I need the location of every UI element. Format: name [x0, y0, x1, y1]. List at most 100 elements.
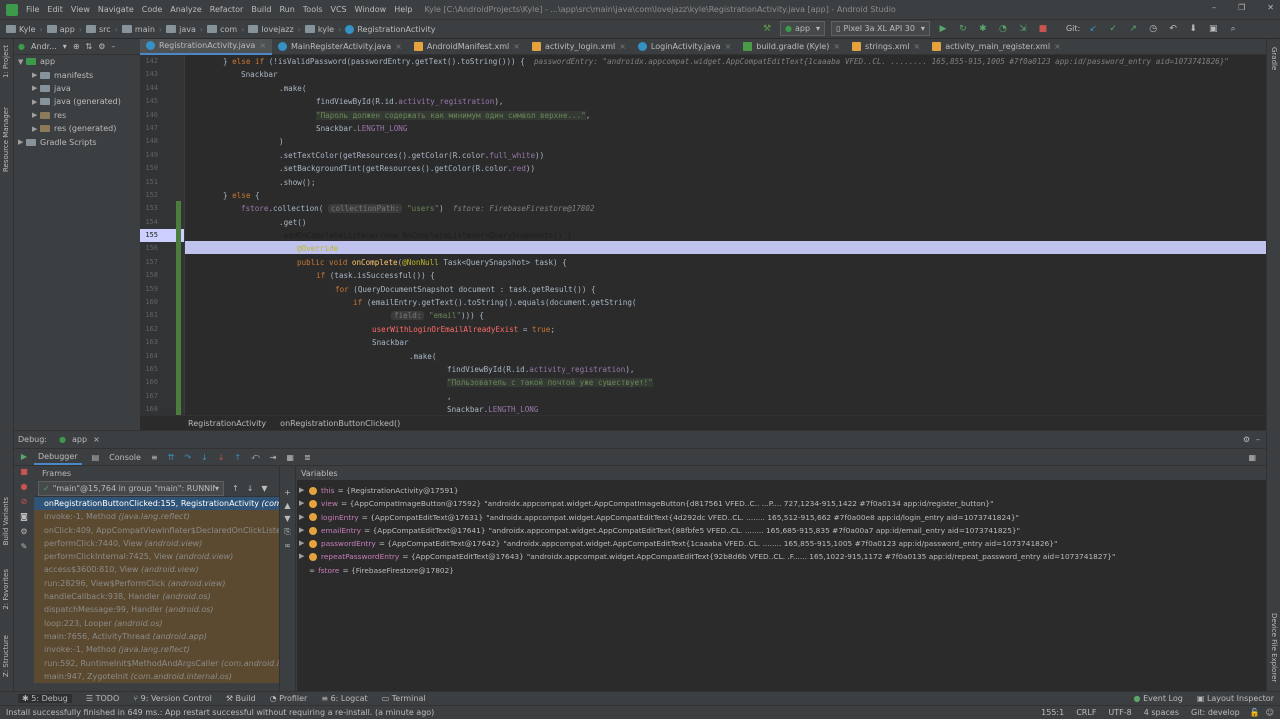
menu-tools[interactable]: Tools: [303, 5, 323, 14]
chevron-right-icon[interactable]: ▶: [297, 537, 309, 550]
git-branch[interactable]: Git: develop: [1191, 708, 1240, 717]
settings-icon[interactable]: ⚙: [14, 527, 34, 536]
git-update-icon[interactable]: ↙: [1086, 22, 1100, 36]
stack-frame[interactable]: main:947, ZygoteInit (com.android.intern…: [34, 669, 279, 684]
run-to-cursor-icon[interactable]: ⇥: [270, 453, 277, 462]
add-icon[interactable]: +: [280, 488, 295, 497]
editor-tab[interactable]: MainRegisterActivity.java ×: [272, 39, 408, 55]
line-number[interactable]: 149: [140, 149, 184, 162]
chevron-right-icon[interactable]: ▶: [18, 138, 26, 146]
avd-manager-icon[interactable]: ▣: [1206, 22, 1220, 36]
stack-frame[interactable]: performClick:7440, View (android.view): [34, 536, 279, 551]
stack-frame[interactable]: main:7656, ActivityThread (android.app): [34, 629, 279, 644]
stack-frame[interactable]: loop:223, Looper (android.os): [34, 616, 279, 630]
variable-row[interactable]: ▶ view = {AppCompatImageButton@17592} "andr…: [297, 497, 1266, 510]
tab-event-log[interactable]: ● Event Log: [1134, 694, 1183, 703]
tab-favorites[interactable]: 2: Favorites: [2, 569, 10, 610]
line-number[interactable]: 144: [140, 82, 184, 95]
line-number[interactable]: 147: [140, 122, 184, 135]
profile-icon[interactable]: ◔: [996, 22, 1010, 36]
chevron-right-icon[interactable]: ▶: [297, 497, 309, 510]
tab-layout-inspector[interactable]: ▣ Layout Inspector: [1197, 694, 1274, 703]
variable-row[interactable]: ▶ repeatPasswordEntry = {AppCompatEditText…: [297, 550, 1266, 563]
chevron-right-icon[interactable]: ▶: [32, 84, 40, 92]
stack-frame[interactable]: onRegistrationButtonClicked:155, Registr…: [34, 497, 279, 511]
menu-code[interactable]: Code: [142, 5, 162, 14]
smile-icon[interactable]: ☺: [1266, 708, 1274, 717]
tab-project[interactable]: 1: Project: [2, 45, 10, 78]
chevron-right-icon[interactable]: ▶: [297, 484, 309, 497]
close-tab-icon[interactable]: ×: [913, 42, 920, 51]
view-breakpoints-icon[interactable]: ●: [14, 482, 34, 491]
apply-changes-icon[interactable]: ↻: [956, 22, 970, 36]
chevron-right-icon[interactable]: ▶: [297, 511, 309, 524]
tree-item[interactable]: ▶ java: [18, 82, 140, 95]
file-encoding[interactable]: UTF-8: [1108, 708, 1131, 717]
line-number[interactable]: 148: [140, 135, 184, 148]
close-tab-icon[interactable]: ×: [725, 42, 732, 51]
line-number[interactable]: 150: [140, 162, 184, 175]
resume-icon[interactable]: ▶: [14, 452, 34, 461]
editor-tab[interactable]: activity_login.xml ×: [526, 39, 632, 55]
git-commit-icon[interactable]: ✓: [1106, 22, 1120, 36]
arrow-up-icon[interactable]: ▲: [280, 501, 295, 510]
menu-analyze[interactable]: Analyze: [170, 5, 202, 14]
mute-breakpoints-icon[interactable]: ⊘: [14, 497, 34, 506]
device-select[interactable]: ▯ Pixel 3a XL API 30 ▾: [831, 21, 930, 36]
line-number[interactable]: 146: [140, 109, 184, 122]
crumb-com[interactable]: com ›: [207, 25, 244, 34]
variable-row[interactable]: ▶ loginEntry = {AppCompatEditText@17631} "a…: [297, 511, 1266, 524]
pin-icon[interactable]: ✎: [14, 542, 34, 551]
menu-help[interactable]: Help: [394, 5, 412, 14]
tab-gradle[interactable]: Gradle: [1270, 47, 1278, 70]
crumb-registration-activity[interactable]: RegistrationActivity: [345, 24, 435, 34]
evaluate-icon[interactable]: ▦: [286, 453, 294, 462]
tree-item[interactable]: ▶ res (generated): [18, 122, 140, 135]
tab-profiler[interactable]: ◔ Profiler: [270, 694, 308, 703]
editor-tab[interactable]: RegistrationActivity.java ×: [140, 38, 273, 55]
tab-build-variants[interactable]: Build Variants: [2, 497, 10, 545]
menu-run[interactable]: Run: [279, 5, 294, 14]
editor-tab[interactable]: build.gradle (Kyle) ×: [737, 39, 846, 55]
camera-icon[interactable]: ◙: [14, 512, 34, 521]
minimize-icon[interactable]: –: [1212, 3, 1216, 12]
tab-build[interactable]: ⚒ Build: [226, 694, 256, 703]
caret-position[interactable]: 155:1: [1041, 708, 1064, 717]
hide-icon[interactable]: –: [111, 42, 115, 51]
crumb-lovejazz[interactable]: lovejazz ›: [248, 25, 301, 34]
variable-row[interactable]: ▶ passwordEntry = {AppCompatEditText@17642…: [297, 537, 1266, 550]
crumb-app[interactable]: app ›: [46, 25, 82, 34]
line-number[interactable]: 142: [140, 55, 184, 68]
variable-row[interactable]: ∞ fstore = {FirebaseFirestore@17802}: [297, 564, 1266, 577]
tab-console[interactable]: Console: [109, 453, 141, 462]
drop-frame-icon[interactable]: ⤺: [251, 452, 260, 462]
editor-tab[interactable]: activity_main_register.xml ×: [926, 39, 1067, 55]
stack-frame[interactable]: invoke:-1, Method (java.lang.reflect): [34, 643, 279, 657]
line-number[interactable]: 145: [140, 95, 184, 108]
menu-vcs[interactable]: VCS: [331, 5, 347, 14]
menu-build[interactable]: Build: [251, 5, 271, 14]
menu-refactor[interactable]: Refactor: [210, 5, 244, 14]
stop-icon[interactable]: ■: [1036, 22, 1050, 36]
arrow-down-icon[interactable]: ↓: [247, 484, 254, 493]
menu-navigate[interactable]: Navigate: [98, 5, 134, 14]
chevron-down-icon[interactable]: ▼: [18, 58, 26, 66]
stack-frame[interactable]: handleCallback:938, Handler (android.os): [34, 590, 279, 604]
thread-select[interactable]: ✓ "main"@15,764 in group "main": RUNNING ▾: [38, 480, 224, 496]
hide-icon[interactable]: –: [1256, 435, 1260, 444]
close-tab-icon[interactable]: ×: [259, 41, 266, 50]
stack-frame[interactable]: access$3600:810, View (android.view): [34, 563, 279, 577]
tab-device-file-explorer[interactable]: Device File Explorer: [1270, 613, 1278, 682]
layout-icon[interactable]: ≣: [304, 453, 311, 462]
locate-icon[interactable]: ⊕: [73, 42, 80, 51]
collapse-icon[interactable]: ⇅: [86, 42, 93, 51]
stop-icon[interactable]: ■: [14, 467, 34, 476]
status-message[interactable]: Install successfully finished in 649 ms.…: [6, 708, 434, 717]
filter-icon[interactable]: ▼: [261, 484, 267, 493]
tree-item[interactable]: ▶ java (generated): [18, 95, 140, 108]
step-into-icon[interactable]: ↓: [201, 453, 208, 462]
run-config-select[interactable]: ● app ▾: [780, 21, 826, 36]
crumb-main[interactable]: main ›: [121, 25, 162, 34]
crumb-java[interactable]: java ›: [166, 25, 203, 34]
lock-icon[interactable]: 🔓: [1250, 708, 1260, 717]
